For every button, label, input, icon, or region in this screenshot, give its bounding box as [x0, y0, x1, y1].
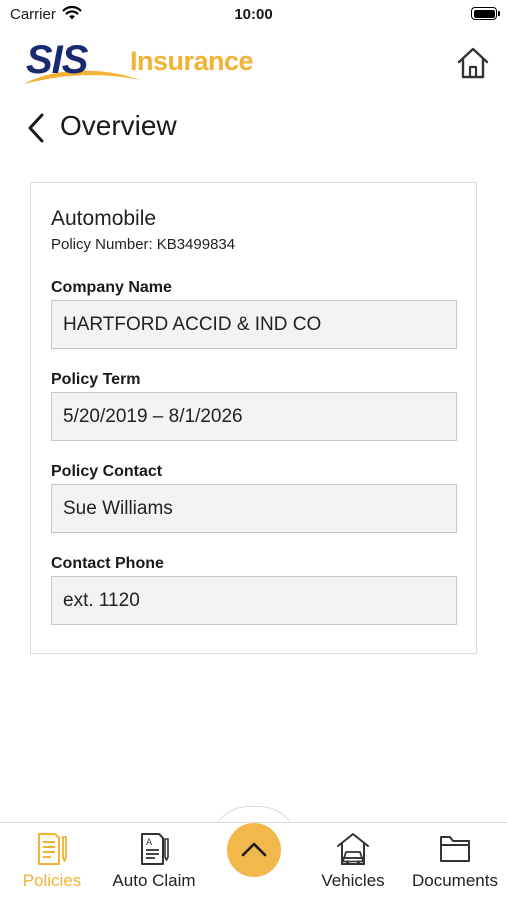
sis-insurance-logo: SIS Insurance: [22, 38, 254, 88]
nav-item-auto-claim[interactable]: A Auto Claim: [102, 823, 206, 900]
back-button[interactable]: [24, 112, 48, 144]
nav-label-policies: Policies: [22, 871, 82, 890]
battery-level: [473, 9, 495, 18]
chevron-left-icon: [28, 113, 44, 143]
home-button[interactable]: [455, 46, 491, 80]
nav-label-vehicles: Vehicles: [321, 871, 385, 890]
policy-contact-field: Sue Williams: [51, 484, 457, 533]
contact-phone-label: Contact Phone: [51, 555, 164, 572]
chevron-up-icon: [241, 842, 267, 857]
folder-icon: [440, 836, 470, 862]
house-car-icon: [337, 833, 369, 865]
policy-contact-label: Policy Contact: [51, 463, 163, 480]
claim-form-icon: A: [141, 833, 169, 865]
policy-number-value: KB3499834: [156, 236, 236, 253]
company-name-field: HARTFORD ACCID & IND CO: [51, 300, 457, 349]
logo-primary-text: SIS: [26, 38, 88, 82]
battery-icon: [471, 7, 500, 20]
clock-time: 10:00: [234, 6, 273, 23]
expand-menu-button[interactable]: [227, 823, 281, 877]
policy-card: Automobile Policy Number: KB3499834 Compa…: [30, 182, 477, 654]
nav-label-auto-claim: Auto Claim: [112, 871, 196, 890]
home-icon: [457, 47, 489, 79]
policy-number-line: Policy Number: KB3499834: [51, 236, 235, 253]
policy-term-label: Policy Term: [51, 371, 141, 388]
policy-number-label: Policy Number:: [51, 236, 153, 253]
status-bar: Carrier 10:00: [0, 0, 507, 28]
company-name-label: Company Name: [51, 279, 172, 296]
contact-phone-field[interactable]: ext. 1120: [51, 576, 457, 625]
policy-type: Automobile: [51, 207, 157, 230]
nav-item-vehicles[interactable]: Vehicles: [304, 823, 402, 900]
nav-item-documents[interactable]: Documents: [404, 823, 506, 900]
policy-document-icon: [38, 833, 67, 865]
svg-text:A: A: [146, 838, 153, 848]
nav-item-policies[interactable]: Policies: [2, 823, 102, 900]
nav-label-documents: Documents: [412, 871, 498, 890]
page-title: Overview: [60, 110, 177, 141]
policy-term-field: 5/20/2019 – 8/1/2026: [51, 392, 457, 441]
logo-secondary-text: Insurance: [130, 46, 254, 76]
